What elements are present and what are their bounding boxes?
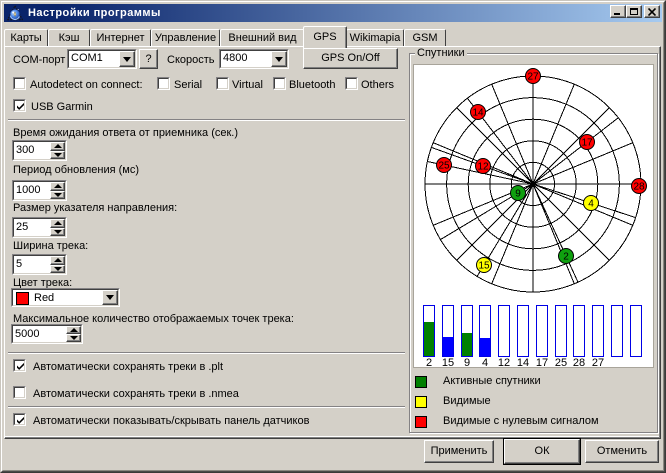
svg-text:25: 25 bbox=[438, 161, 450, 172]
svg-text:15: 15 bbox=[478, 261, 490, 272]
svg-text:14: 14 bbox=[472, 108, 484, 119]
svg-text:17: 17 bbox=[581, 138, 593, 149]
svg-text:28: 28 bbox=[633, 182, 645, 193]
svg-text:2: 2 bbox=[563, 252, 569, 263]
svg-text:4: 4 bbox=[588, 199, 594, 210]
svg-text:27: 27 bbox=[527, 72, 539, 83]
svg-text:12: 12 bbox=[477, 162, 489, 173]
svg-text:9: 9 bbox=[515, 189, 521, 200]
